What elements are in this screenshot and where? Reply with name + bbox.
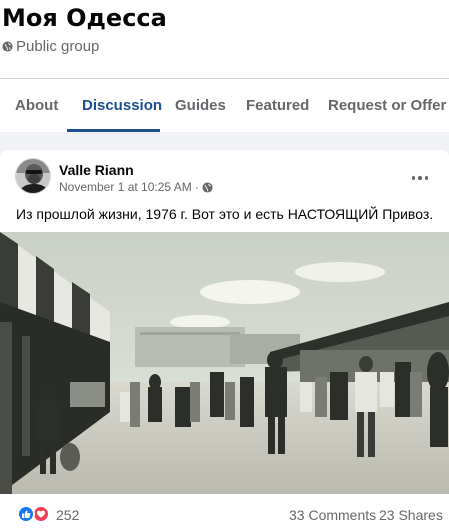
group-title[interactable]: Моя Одесса <box>2 4 167 32</box>
tab-featured[interactable]: Featured <box>246 80 309 132</box>
tab-request-help[interactable]: Request or Offer Help <box>328 80 449 132</box>
avatar-image <box>16 159 50 193</box>
group-privacy: Public group <box>2 38 99 55</box>
tab-about[interactable]: About <box>15 80 58 132</box>
globe-icon <box>2 41 13 52</box>
active-tab-indicator <box>67 129 160 132</box>
globe-icon <box>202 181 213 193</box>
group-header: Моя Одесса Public group About Discussion… <box>0 0 449 132</box>
post-footer: 252 33 Comments 23 Shares <box>0 500 449 530</box>
meta-separator: · <box>194 180 199 194</box>
comments-count[interactable]: 33 Comments <box>289 507 376 523</box>
reaction-icons[interactable] <box>17 505 50 523</box>
tab-discussion[interactable]: Discussion <box>82 80 162 132</box>
post-text: Из прошлой жизни, 1976 г. Вот это и есть… <box>16 206 434 222</box>
shares-count[interactable]: 23 Shares <box>379 507 443 523</box>
post-card: Valle Riann November 1 at 10:25 AM · Из … <box>0 150 449 530</box>
market-photo[interactable] <box>0 232 449 494</box>
tab-guides[interactable]: Guides <box>175 80 226 132</box>
like-icon <box>17 505 35 523</box>
header-divider <box>0 78 449 79</box>
post-meta: November 1 at 10:25 AM · <box>59 180 213 194</box>
post-author[interactable]: Valle Riann <box>59 162 134 178</box>
more-options-icon[interactable] <box>410 168 430 188</box>
privacy-label: Public group <box>16 38 100 55</box>
post-timestamp[interactable]: November 1 at 10:25 AM <box>59 180 192 194</box>
group-tabs: About Discussion Guides Featured Request… <box>0 80 449 132</box>
reaction-count[interactable]: 252 <box>56 507 79 523</box>
avatar[interactable] <box>15 158 51 194</box>
